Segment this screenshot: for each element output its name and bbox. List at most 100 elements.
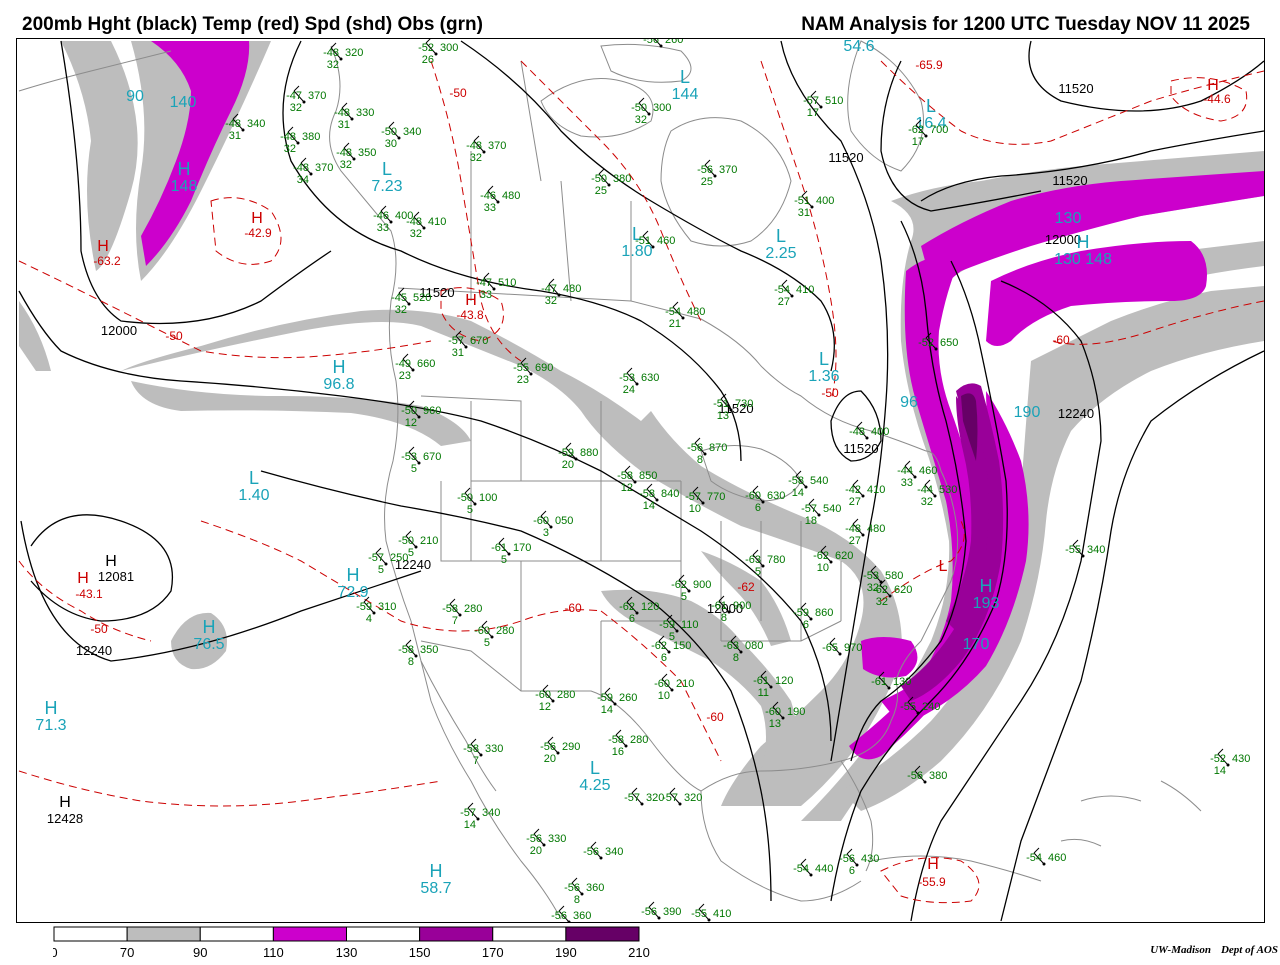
obs-dewpoint-depression: 5 bbox=[501, 554, 507, 566]
colorbar-bin bbox=[565, 926, 640, 942]
baja-california bbox=[420, 660, 497, 792]
obs-dewpoint-depression: 12 bbox=[539, 701, 551, 713]
obs-height: 780 bbox=[767, 554, 785, 566]
obs-height: 370 bbox=[719, 164, 737, 176]
obs-dewpoint-depression: 32 bbox=[340, 159, 352, 171]
colorbar-tick-label: 210 bbox=[628, 945, 650, 960]
pressure-center-letter: L bbox=[939, 558, 948, 575]
obs-dewpoint-depression: 10 bbox=[658, 690, 670, 702]
obs-height: 480 bbox=[502, 190, 520, 202]
obs-height: 290 bbox=[562, 741, 580, 753]
obs-dewpoint-depression: 34 bbox=[297, 174, 309, 186]
obs-dewpoint-depression: 8 bbox=[574, 894, 580, 906]
obs-height: 460 bbox=[919, 465, 937, 477]
obs-temperature: -52 bbox=[1210, 753, 1226, 765]
obs-height: 280 bbox=[496, 625, 514, 637]
speed-label: 90 bbox=[126, 88, 144, 105]
obs-height: 510 bbox=[498, 277, 516, 289]
station-observation: -57 510 17 bbox=[803, 90, 843, 119]
station-observation: -56 370 25 bbox=[697, 159, 737, 188]
station-observation: -58 330 7 bbox=[463, 738, 503, 767]
obs-temperature: -61 bbox=[491, 542, 507, 554]
temperature-label: -60 bbox=[1052, 333, 1070, 347]
obs-dewpoint-depression: 21 bbox=[669, 318, 681, 330]
obs-temperature: -48 bbox=[336, 147, 352, 159]
obs-dewpoint-depression: 31 bbox=[338, 119, 350, 131]
station-observation: -53 670 5 bbox=[401, 446, 441, 475]
station-observation: -48 370 34 bbox=[293, 157, 333, 186]
speed-label: 4.25 bbox=[579, 777, 610, 794]
obs-temperature: -59 bbox=[356, 601, 372, 613]
hudson-bay bbox=[660, 117, 792, 247]
speed-center-letter: H bbox=[347, 565, 360, 585]
obs-height: 400 bbox=[871, 426, 889, 438]
obs-temperature: -48 bbox=[466, 140, 482, 152]
height-label: 12240 bbox=[1058, 406, 1094, 421]
station-observation: -60 280 5 bbox=[474, 620, 514, 649]
obs-dewpoint-depression: 16 bbox=[612, 746, 624, 758]
obs-temperature: -60 bbox=[474, 625, 490, 637]
obs-temperature: -46 bbox=[480, 190, 496, 202]
obs-dewpoint-depression: 14 bbox=[601, 704, 613, 716]
colorbar-tick-label: 110 bbox=[263, 945, 284, 960]
obs-height: 970 bbox=[844, 642, 862, 654]
obs-dewpoint-depression: 31 bbox=[798, 207, 810, 219]
obs-temperature: -51 bbox=[635, 235, 651, 247]
speed-label: 54.6 bbox=[843, 39, 874, 55]
station-observation: -47 510 33 bbox=[476, 272, 516, 301]
height-label: 11520 bbox=[1058, 81, 1093, 96]
obs-dewpoint-depression: 7 bbox=[452, 615, 458, 627]
station-observation: -59 310 4 bbox=[356, 596, 396, 625]
obs-height: 370 bbox=[488, 140, 506, 152]
colorbar-tick-label: 130 bbox=[336, 945, 358, 960]
obs-dewpoint-depression: 33 bbox=[480, 289, 492, 301]
obs-temperature: -55 bbox=[1065, 544, 1081, 556]
speed-center-letter: H bbox=[45, 698, 58, 718]
obs-dewpoint-depression: 5 bbox=[484, 637, 490, 649]
obs-temperature: -62 bbox=[908, 124, 924, 136]
obs-dewpoint-depression: 10 bbox=[817, 562, 829, 574]
obs-height: 330 bbox=[356, 107, 374, 119]
obs-dewpoint-depression: 6 bbox=[629, 613, 635, 625]
temp-contour-10 bbox=[18, 770, 442, 807]
obs-height: 670 bbox=[423, 451, 441, 463]
temperature-label: -44.6 bbox=[1203, 92, 1231, 106]
obs-temperature: -56 bbox=[839, 853, 855, 865]
canada-provinces bbox=[470, 60, 632, 302]
obs-height: 250 bbox=[390, 552, 408, 564]
station-observation: -63 780 5 bbox=[745, 549, 785, 578]
obs-temperature: -62 bbox=[619, 601, 635, 613]
station-observation: -60 210 10 bbox=[654, 673, 694, 702]
speed-center-letter: H bbox=[1077, 232, 1090, 252]
obs-temperature: -61 bbox=[871, 676, 887, 688]
obs-dewpoint-depression: 6 bbox=[803, 619, 809, 631]
obs-temperature: -50 bbox=[591, 173, 607, 185]
station-observation: -56 340 bbox=[583, 841, 623, 860]
station-observation: -52 430 14 bbox=[1210, 748, 1250, 777]
obs-temperature: -50 bbox=[457, 492, 473, 504]
obs-temperature: -50 bbox=[381, 126, 397, 138]
obs-dewpoint-depression: 14 bbox=[643, 500, 655, 512]
pressure-center-letter: H bbox=[105, 553, 117, 570]
obs-temperature: -56 bbox=[564, 882, 580, 894]
station-observation: -48 330 31 bbox=[334, 102, 374, 131]
station-observation: -48 380 32 bbox=[280, 126, 320, 155]
speed-center-letter: L bbox=[926, 96, 936, 116]
station-observation: -47 370 32 bbox=[286, 85, 326, 114]
speed-label: 130 148 bbox=[1054, 251, 1112, 268]
speed-center-letter: H bbox=[333, 357, 346, 377]
station-observation: -48 350 32 bbox=[336, 142, 376, 171]
station-observation: -57 320 bbox=[624, 787, 664, 806]
speed-center-letter: L bbox=[249, 468, 259, 488]
obs-height: 730 bbox=[735, 398, 753, 410]
colorbar-bin bbox=[199, 926, 274, 942]
obs-dewpoint-depression: 27 bbox=[849, 535, 861, 547]
speed-label: 2.25 bbox=[765, 245, 796, 262]
obs-height: 770 bbox=[707, 491, 725, 503]
station-observation: -50 100 5 bbox=[457, 487, 497, 516]
obs-height: 150 bbox=[673, 640, 691, 652]
temperature-label: -60 bbox=[706, 710, 724, 724]
obs-height: 110 bbox=[681, 619, 699, 631]
speed-center-letter: L bbox=[382, 159, 392, 179]
obs-dewpoint-depression: 8 bbox=[733, 652, 739, 664]
